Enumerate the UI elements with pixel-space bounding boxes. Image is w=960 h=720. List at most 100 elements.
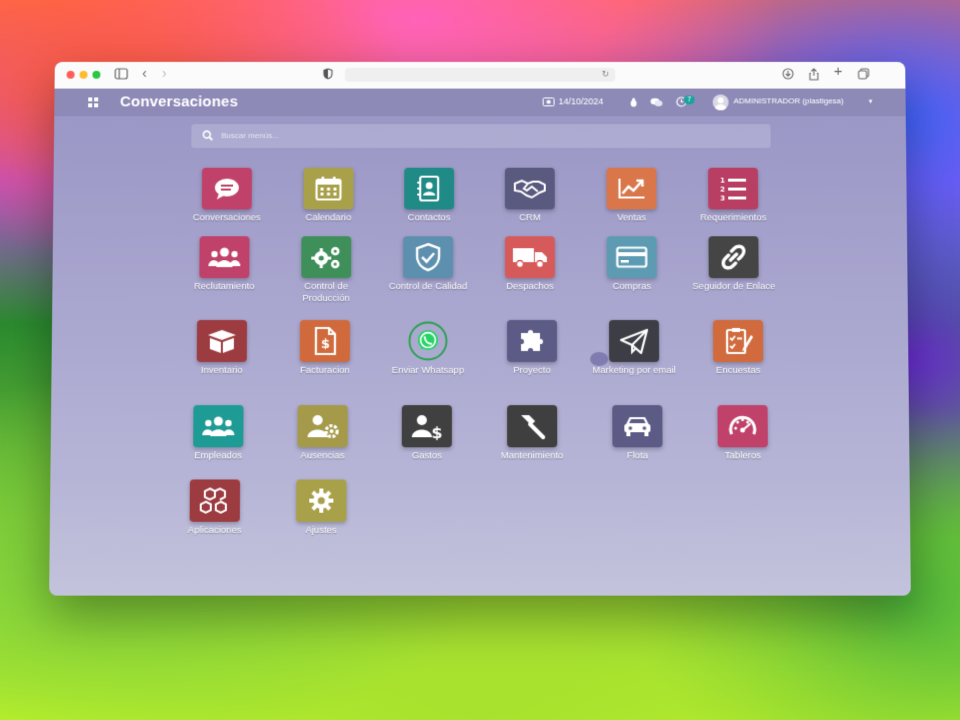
- app-ausencias[interactable]: Ausencias: [276, 405, 368, 462]
- svg-text:1: 1: [720, 177, 725, 185]
- app-label: Conversaciones: [192, 212, 261, 224]
- app-contactos[interactable]: Contactos: [383, 167, 475, 225]
- app-requerimientos[interactable]: 123 Requerimientos: [687, 167, 779, 225]
- svg-text:$: $: [431, 423, 442, 440]
- survey-icon: [712, 320, 764, 363]
- trend-chart-icon: [606, 167, 657, 210]
- app-control-de-produccion[interactable]: Control de Producción: [280, 236, 372, 305]
- zoom-window-button[interactable]: [92, 70, 101, 79]
- cash-register-icon[interactable]: [543, 97, 555, 106]
- calendar-icon: [303, 167, 354, 210]
- app-facturacion[interactable]: $ Facturacion: [279, 320, 371, 377]
- app-label: Flota: [626, 450, 649, 462]
- app-marketing-por-email[interactable]: Marketing por email: [588, 320, 680, 377]
- paper-plane-icon: [608, 320, 660, 363]
- page-title: Conversaciones: [119, 93, 239, 111]
- address-bar[interactable]: ↻: [344, 67, 616, 82]
- app-label: Control de Calidad: [388, 281, 468, 293]
- chat-bubble-icon: [201, 167, 252, 210]
- app-label: Inventario: [200, 365, 243, 377]
- credit-card-icon: [606, 236, 657, 279]
- app-conversaciones[interactable]: Conversaciones: [181, 167, 273, 225]
- app-control-de-calidad[interactable]: Control de Calidad: [382, 236, 474, 293]
- app-seguidor-de-enlace[interactable]: Seguidor de Enlace: [688, 236, 780, 293]
- app-label: Aplicaciones: [187, 524, 242, 536]
- new-tab-icon[interactable]: +: [834, 63, 843, 80]
- box-icon: [196, 320, 248, 363]
- app-label: Tableros: [724, 450, 761, 462]
- numbered-list-icon: 123: [708, 167, 759, 210]
- app-despachos[interactable]: Despachos: [484, 236, 576, 293]
- app-tableros[interactable]: Tableros: [696, 405, 789, 462]
- app-label: Control de Producción: [302, 281, 350, 305]
- app-empleados[interactable]: Empleados: [172, 405, 265, 462]
- app-enviar-whatsapp[interactable]: Enviar Whatsapp: [382, 320, 474, 377]
- user-menu[interactable]: ADMINISTRADOR (plastigesa): [734, 96, 844, 105]
- svg-text:2: 2: [720, 186, 725, 194]
- address-book-icon: [404, 167, 455, 210]
- bug-icon[interactable]: [629, 97, 638, 107]
- search-input[interactable]: Buscar menús...: [191, 124, 771, 148]
- back-icon[interactable]: ‹: [142, 65, 147, 81]
- app-compras[interactable]: Compras: [586, 236, 678, 293]
- app-label: Empleados: [194, 450, 243, 462]
- app-label: Facturacion: [299, 365, 350, 377]
- apps-grid-icon[interactable]: [88, 97, 99, 108]
- tabs-overview-icon[interactable]: [858, 68, 870, 80]
- app-label: CRM: [519, 212, 541, 224]
- app-launcher: Buscar menús... Conversaciones Calendari…: [49, 116, 911, 596]
- reload-icon[interactable]: ↻: [602, 69, 610, 80]
- app-label: Encuestas: [716, 365, 761, 377]
- search-icon: [202, 130, 213, 141]
- chevron-down-icon[interactable]: ▾: [869, 97, 873, 105]
- app-encuestas[interactable]: Encuestas: [692, 320, 784, 377]
- close-window-button[interactable]: [66, 70, 75, 79]
- browser-titlebar: ‹ › ↻ +: [54, 61, 906, 90]
- svg-text:$: $: [321, 337, 330, 352]
- app-label: Despachos: [506, 281, 554, 293]
- avatar[interactable]: [712, 94, 729, 111]
- messages-icon[interactable]: [650, 97, 663, 107]
- gear-icon: [296, 479, 347, 522]
- search-placeholder: Buscar menús...: [221, 131, 279, 140]
- app-label: Marketing por email: [592, 365, 676, 377]
- cubes-icon: [189, 479, 241, 522]
- app-mantenimiento[interactable]: Mantenimiento: [486, 405, 578, 462]
- link-icon: [708, 236, 759, 279]
- download-icon[interactable]: [782, 68, 794, 80]
- puzzle-icon: [506, 320, 558, 363]
- app-aplicaciones[interactable]: Aplicaciones: [168, 479, 261, 536]
- truck-icon: [504, 236, 555, 279]
- app-label: Gastos: [411, 450, 442, 462]
- car-icon: [612, 405, 663, 448]
- whatsapp-icon: [403, 320, 453, 362]
- app-navbar: Conversaciones 14/10/2024 7 ADMINISTRADO…: [54, 88, 906, 117]
- app-gastos[interactable]: $ Gastos: [381, 405, 473, 462]
- activity-count-badge: 7: [683, 95, 695, 105]
- app-inventario[interactable]: Inventario: [176, 320, 268, 377]
- people-icon: [193, 405, 244, 448]
- mouse-cursor: [590, 352, 609, 367]
- app-label: Seguidor de Enlace: [692, 281, 776, 293]
- date-display[interactable]: 14/10/2024: [559, 96, 604, 106]
- minimize-window-button[interactable]: [79, 70, 88, 79]
- app-crm[interactable]: CRM: [484, 167, 576, 225]
- app-label: Mantenimiento: [500, 450, 564, 462]
- browser-window: ‹ › ↻ + Conversaciones 14/10/2024 7 ADMI…: [49, 61, 911, 596]
- app-ventas[interactable]: Ventas: [586, 167, 678, 225]
- shield-check-icon: [403, 236, 454, 279]
- shield-privacy-icon[interactable]: [323, 68, 333, 80]
- app-reclutamiento[interactable]: Reclutamiento: [178, 236, 270, 293]
- sidebar-toggle-icon[interactable]: [114, 68, 129, 80]
- share-icon[interactable]: [808, 68, 820, 81]
- svg-text:3: 3: [720, 194, 725, 201]
- user-dollar-icon: $: [401, 405, 452, 448]
- app-label: Calendario: [305, 212, 352, 224]
- app-flota[interactable]: Flota: [591, 405, 683, 462]
- app-proyecto[interactable]: Proyecto: [486, 320, 578, 377]
- gauge-icon: [717, 405, 768, 448]
- app-calendario[interactable]: Calendario: [283, 167, 375, 225]
- app-ajustes[interactable]: Ajustes: [275, 479, 368, 536]
- app-label: Ausencias: [300, 450, 345, 462]
- forward-icon[interactable]: ›: [162, 65, 167, 81]
